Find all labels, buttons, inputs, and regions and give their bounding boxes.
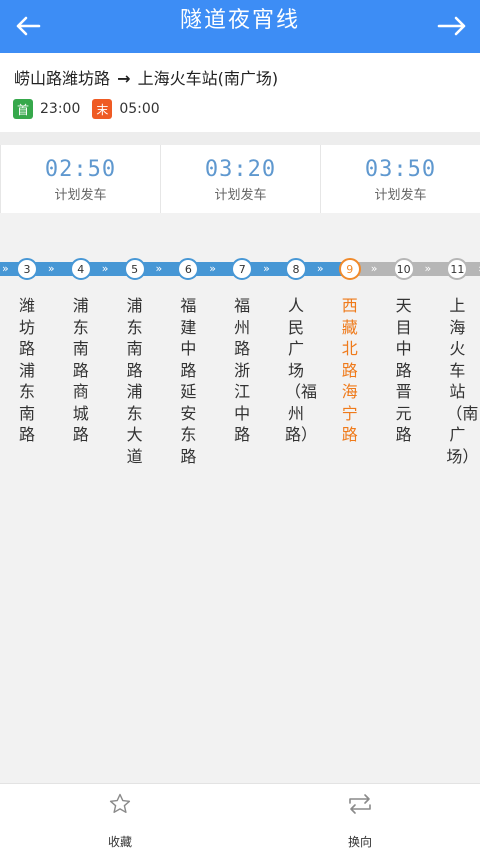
schedule-time: 02:50 — [44, 157, 117, 182]
station-line[interactable]: »»»»»»»»»»3潍坊路浦东南路4浦东南路商城路5浦东南路浦东大道6福建中路… — [0, 213, 480, 783]
route-arrow-icon: → — [117, 69, 131, 88]
favorite-button[interactable]: 收藏 — [60, 784, 180, 854]
schedule-time: 03:50 — [364, 157, 437, 182]
station-node[interactable]: 5 — [123, 258, 146, 280]
direction-chevron-icon: » — [155, 262, 163, 275]
station-name[interactable]: 福建中路延安东路 — [177, 295, 199, 467]
direction-chevron-icon: » — [263, 262, 270, 275]
station-node[interactable]: 8 — [285, 258, 307, 280]
top-bar: 隧道夜宵线 — [0, 0, 480, 53]
route-direction: 崂山路潍坊路 → 上海火车站(南广场) — [14, 65, 278, 89]
schedule-item: 03:50 计划发车 — [320, 145, 480, 213]
direction-chevron-icon: » — [209, 262, 216, 275]
switch-direction-bottom-button[interactable]: 换向 — [300, 784, 420, 854]
station-name[interactable]: 上海火车站（南广场） — [446, 295, 478, 467]
schedule-time: 03:20 — [204, 157, 277, 182]
favorite-label: 收藏 — [107, 835, 132, 849]
last-bus-time: 05:00 — [119, 101, 160, 117]
route-info: 崂山路潍坊路 → 上海火车站(南广场) 首 23:00 末 05:00 — [0, 53, 480, 132]
switch-direction-button[interactable] — [428, 4, 476, 48]
page-title: 隧道夜宵线 — [179, 8, 300, 33]
station-name[interactable]: 潍坊路浦东南路 — [16, 295, 38, 446]
station-name[interactable]: 人民广场（福州路） — [285, 295, 317, 446]
direction-chevron-icon: » — [2, 262, 9, 275]
departure-schedule: 02:50 计划发车 03:20 计划发车 03:50 计划发车 — [0, 145, 480, 213]
station-name[interactable]: 福州路浙江中路 — [231, 295, 253, 446]
station-node[interactable]: 4 — [69, 258, 92, 280]
route-to: 上海火车站(南广场) — [137, 69, 279, 88]
direction-chevron-icon: » — [101, 262, 109, 275]
first-bus-time: 23:00 — [40, 101, 81, 117]
route-from: 崂山路潍坊路 — [14, 69, 111, 88]
station-node[interactable]: 3 — [16, 258, 38, 280]
schedule-item: 02:50 计划发车 — [0, 145, 160, 213]
direction-chevron-icon: » — [47, 262, 55, 275]
last-bus-badge: 末 — [92, 99, 113, 119]
arrow-right-icon — [437, 16, 466, 36]
station-node[interactable]: 9 — [338, 258, 361, 280]
direction-chevron-icon: » — [370, 262, 378, 275]
station-name[interactable]: 浦东南路商城路 — [70, 295, 92, 446]
direction-chevron-icon: » — [316, 262, 324, 275]
station-name[interactable]: 西藏北路海宁路 — [339, 295, 361, 446]
station-node[interactable]: 7 — [231, 258, 254, 280]
section-divider — [0, 132, 480, 145]
station-node[interactable]: 10 — [392, 258, 415, 280]
station-name[interactable]: 天目中路晋元路 — [393, 295, 415, 446]
direction-chevron-icon: » — [424, 262, 432, 275]
schedule-label: 计划发车 — [214, 188, 267, 203]
switch-direction-label: 换向 — [347, 835, 372, 849]
bottom-bar: 收藏 换向 — [0, 783, 480, 853]
schedule-item: 03:20 计划发车 — [160, 145, 320, 213]
schedule-label: 计划发车 — [374, 188, 427, 203]
station-node[interactable]: 6 — [177, 258, 200, 280]
star-outline-icon — [109, 793, 131, 813]
station-name[interactable]: 浦东南路浦东大道 — [124, 295, 146, 467]
swap-direction-icon — [349, 794, 371, 814]
schedule-label: 计划发车 — [54, 188, 107, 203]
station-node[interactable]: 11 — [446, 258, 469, 280]
service-times: 首 23:00 末 05:00 — [13, 99, 172, 119]
first-bus-badge: 首 — [13, 99, 33, 119]
